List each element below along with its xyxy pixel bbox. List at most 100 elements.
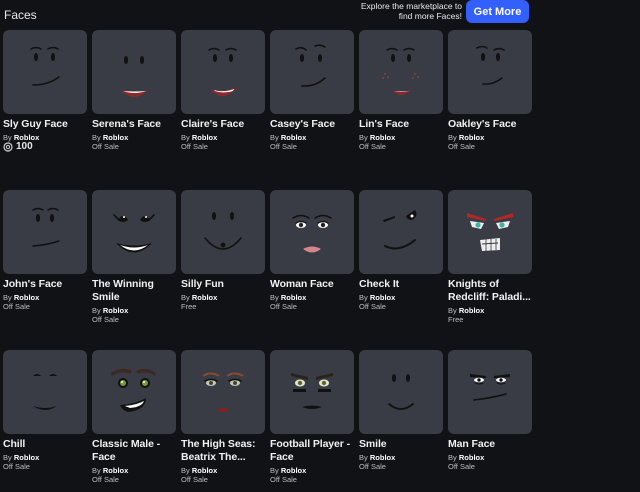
- item-name[interactable]: Knights of Redcliff: Paladi...: [448, 278, 534, 304]
- winning-smile-icon[interactable]: [92, 190, 176, 274]
- sly-guy-face-icon[interactable]: [3, 30, 87, 114]
- section-title: Faces: [4, 8, 37, 22]
- item-price: Off Sale: [359, 302, 386, 311]
- item-creator: By Roblox: [448, 453, 534, 462]
- item-creator: By Roblox: [3, 453, 89, 462]
- item-name[interactable]: Oakley's Face: [448, 118, 534, 131]
- get-more-button[interactable]: Get More: [466, 0, 529, 23]
- face-item-card[interactable]: Knights of Redcliff: Paladi... By Roblox F…: [448, 190, 534, 325]
- face-item-card[interactable]: Classic Male - Face By Roblox Off Sale: [92, 350, 178, 485]
- beatrix-face-icon[interactable]: [181, 350, 265, 434]
- creator-name[interactable]: Roblox: [459, 133, 484, 142]
- casey-face-icon[interactable]: [270, 30, 354, 114]
- item-name[interactable]: Football Player - Face: [270, 438, 356, 464]
- creator-name[interactable]: Roblox: [192, 293, 217, 302]
- face-item-card[interactable]: Man Face By Roblox Off Sale: [448, 350, 534, 472]
- item-name[interactable]: Casey's Face: [270, 118, 356, 131]
- face-item-card[interactable]: Smile By Roblox Off Sale: [359, 350, 445, 472]
- by-label: By: [3, 133, 12, 142]
- john-face-icon[interactable]: [3, 190, 87, 274]
- classic-male-face-icon[interactable]: [92, 350, 176, 434]
- face-item-card[interactable]: Serena's Face By Roblox Off Sale: [92, 30, 178, 152]
- item-name[interactable]: Chill: [3, 438, 89, 451]
- smile-face-icon[interactable]: [359, 350, 443, 434]
- man-face-icon[interactable]: [448, 350, 532, 434]
- oakley-face-icon[interactable]: [448, 30, 532, 114]
- creator-name[interactable]: Roblox: [281, 133, 306, 142]
- item-name[interactable]: Check It: [359, 278, 445, 291]
- item-price: Off Sale: [270, 302, 297, 311]
- item-creator: By Roblox: [181, 133, 267, 142]
- item-price: Off Sale: [92, 315, 119, 324]
- creator-name[interactable]: Roblox: [192, 466, 217, 475]
- creator-name[interactable]: Roblox: [281, 466, 306, 475]
- item-price: Off Sale: [3, 462, 30, 471]
- face-item-card[interactable]: Chill By Roblox Off Sale: [3, 350, 89, 472]
- face-item-card[interactable]: Claire's Face By Roblox Off Sale: [181, 30, 267, 152]
- item-name[interactable]: Claire's Face: [181, 118, 267, 131]
- item-price: Off Sale: [3, 302, 30, 311]
- face-item-card[interactable]: John's Face By Roblox Off Sale: [3, 190, 89, 312]
- item-name[interactable]: Lin's Face: [359, 118, 445, 131]
- item-name[interactable]: John's Face: [3, 278, 89, 291]
- item-price: Off Sale: [448, 142, 475, 151]
- by-label: By: [3, 293, 12, 302]
- item-creator: By Roblox: [270, 293, 356, 302]
- item-name[interactable]: Serena's Face: [92, 118, 178, 131]
- creator-name[interactable]: Roblox: [459, 306, 484, 315]
- creator-name[interactable]: Roblox: [103, 133, 128, 142]
- face-item-card[interactable]: The Winning Smile By Roblox Off Sale: [92, 190, 178, 325]
- lin-face-icon[interactable]: [359, 30, 443, 114]
- item-price: 100: [3, 142, 89, 152]
- creator-name[interactable]: Roblox: [103, 306, 128, 315]
- item-name[interactable]: The Winning Smile: [92, 278, 178, 304]
- creator-name[interactable]: Roblox: [14, 293, 39, 302]
- face-item-card[interactable]: The High Seas: Beatrix The... By Roblox Of…: [181, 350, 267, 485]
- item-price: Off Sale: [92, 475, 119, 484]
- item-price: Off Sale: [448, 462, 475, 471]
- item-name[interactable]: Classic Male - Face: [92, 438, 178, 464]
- item-creator: By Roblox: [359, 133, 445, 142]
- claire-face-icon[interactable]: [181, 30, 265, 114]
- item-price: Off Sale: [359, 462, 386, 471]
- woman-face-icon[interactable]: [270, 190, 354, 274]
- explore-text: Explore the marketplace to find more Fac…: [360, 1, 462, 21]
- serena-face-icon[interactable]: [92, 30, 176, 114]
- football-player-face-icon[interactable]: [270, 350, 354, 434]
- creator-name[interactable]: Roblox: [370, 293, 395, 302]
- creator-name[interactable]: Roblox: [281, 293, 306, 302]
- item-name[interactable]: Woman Face: [270, 278, 356, 291]
- face-item-card[interactable]: Lin's Face By Roblox Off Sale: [359, 30, 445, 152]
- silly-fun-icon[interactable]: [181, 190, 265, 274]
- face-item-card[interactable]: Check It By Roblox Off Sale: [359, 190, 445, 312]
- face-item-card[interactable]: Silly Fun By Roblox Free: [181, 190, 267, 312]
- creator-name[interactable]: Roblox: [370, 453, 395, 462]
- creator-name[interactable]: Roblox: [103, 466, 128, 475]
- item-price: Free: [181, 302, 197, 311]
- item-name[interactable]: Smile: [359, 438, 445, 451]
- creator-name[interactable]: Roblox: [14, 453, 39, 462]
- robux-icon: [3, 142, 13, 152]
- by-label: By: [181, 133, 190, 142]
- item-creator: By Roblox: [448, 306, 534, 315]
- item-name[interactable]: Silly Fun: [181, 278, 267, 291]
- face-item-card[interactable]: Oakley's Face By Roblox Off Sale: [448, 30, 534, 152]
- item-price: Off Sale: [92, 142, 119, 151]
- chill-face-icon[interactable]: [3, 350, 87, 434]
- creator-name[interactable]: Roblox: [192, 133, 217, 142]
- creator-name[interactable]: Roblox: [370, 133, 395, 142]
- check-it-face-icon[interactable]: [359, 190, 443, 274]
- item-name[interactable]: The High Seas: Beatrix The...: [181, 438, 267, 464]
- item-creator: By Roblox: [270, 133, 356, 142]
- face-item-card[interactable]: Sly Guy Face By Roblox 100: [3, 30, 89, 152]
- item-creator: By Roblox: [181, 466, 267, 475]
- price-value: 100: [16, 141, 33, 152]
- item-name[interactable]: Sly Guy Face: [3, 118, 89, 131]
- creator-name[interactable]: Roblox: [459, 453, 484, 462]
- item-creator: By Roblox: [359, 293, 445, 302]
- item-name[interactable]: Man Face: [448, 438, 534, 451]
- face-item-card[interactable]: Casey's Face By Roblox Off Sale: [270, 30, 356, 152]
- knights-paladin-face-icon[interactable]: [448, 190, 532, 274]
- face-item-card[interactable]: Woman Face By Roblox Off Sale: [270, 190, 356, 312]
- face-item-card[interactable]: Football Player - Face By Roblox Off Sale: [270, 350, 356, 485]
